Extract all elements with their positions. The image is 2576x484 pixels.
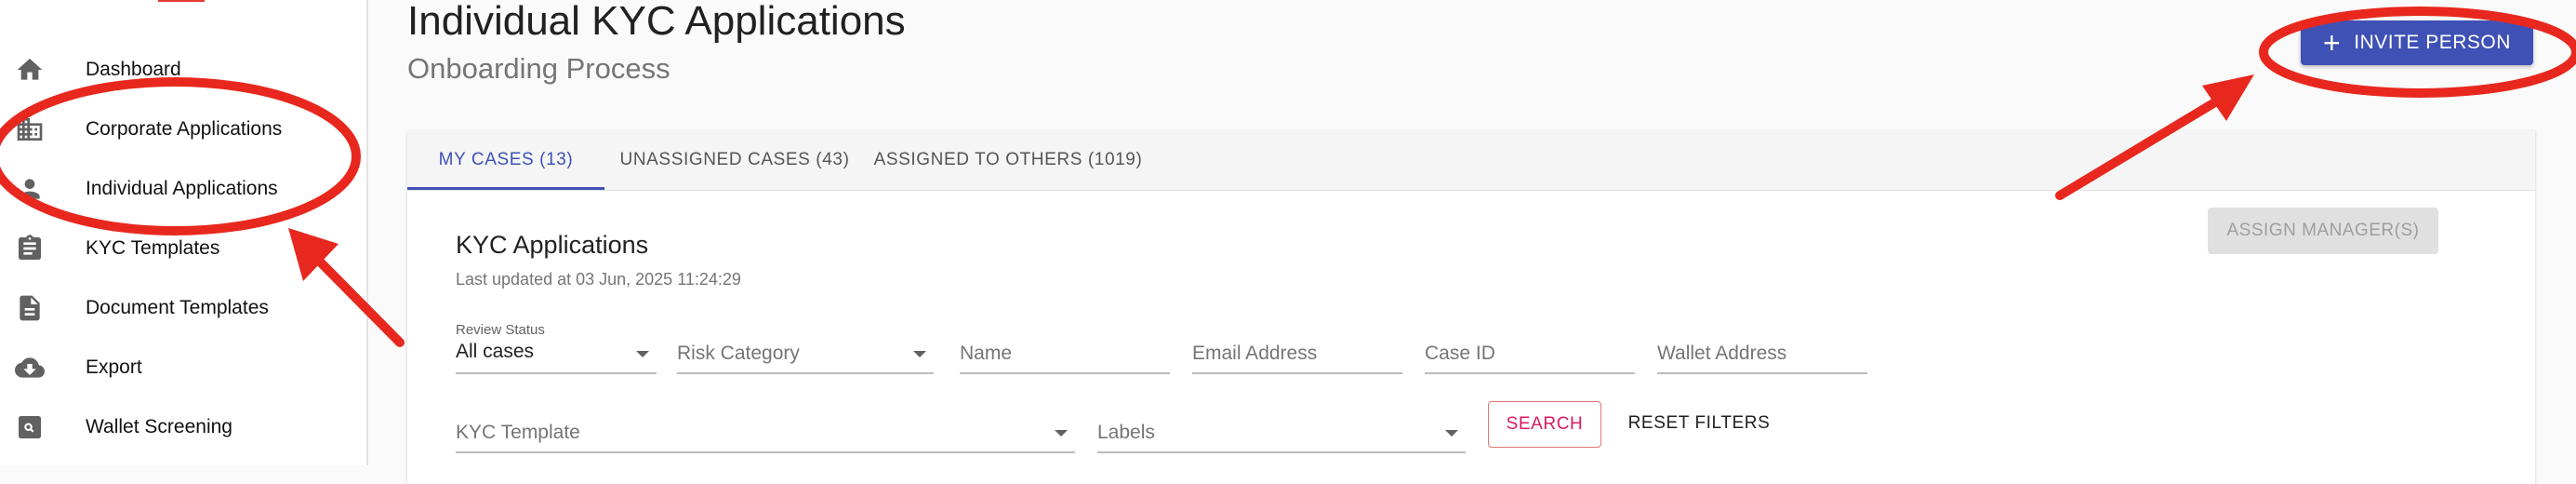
labels-label: Labels	[1097, 422, 1155, 443]
review-status-value: All cases	[456, 341, 535, 362]
kyc-template-select[interactable]: KYC Template	[456, 414, 1075, 453]
tab-my-cases[interactable]: MY CASES (13)	[407, 130, 604, 190]
cloud-download-icon	[15, 353, 45, 383]
search-document-icon	[15, 412, 45, 442]
dropdown-arrow-icon	[636, 351, 649, 357]
tab-bar: MY CASES (13) UNASSIGNED CASES (43) ASSI…	[407, 130, 2535, 191]
reset-filters-button[interactable]: RESET FILTERS	[1614, 401, 1784, 446]
dropdown-arrow-icon	[1445, 430, 1458, 437]
sidebar-item-label: KYC Templates	[86, 237, 220, 259]
email-address-input[interactable]: Email Address	[1192, 335, 1402, 374]
wallet-address-label: Wallet Address	[1657, 343, 1787, 364]
case-id-label: Case ID	[1425, 343, 1495, 364]
kyc-template-label: KYC Template	[456, 422, 580, 443]
applications-card: MY CASES (13) UNASSIGNED CASES (43) ASSI…	[407, 130, 2535, 484]
plus-icon: +	[2323, 26, 2342, 60]
review-status-select[interactable]: Review Status All cases	[456, 322, 657, 374]
page-subtitle: Onboarding Process	[407, 52, 671, 85]
tab-assigned-to-others[interactable]: ASSIGNED TO OTHERS (1019)	[865, 130, 1151, 190]
wallet-address-input[interactable]: Wallet Address	[1657, 335, 1867, 374]
sidebar-item-label: Dashboard	[86, 59, 181, 80]
main-content: Individual KYC Applications Onboarding P…	[368, 0, 2576, 484]
sidebar-item-kyc-templates[interactable]: KYC Templates	[0, 219, 365, 278]
sidebar-item-label: Wallet Screening	[86, 416, 232, 437]
logo-mark	[158, 0, 205, 2]
building-icon	[15, 114, 45, 144]
last-updated-text: Last updated at 03 Jun, 2025 11:24:29	[456, 270, 741, 289]
person-icon	[15, 174, 45, 204]
home-icon	[15, 55, 45, 85]
active-tab-indicator	[407, 187, 604, 190]
invite-person-label: INVITE PERSON	[2354, 32, 2511, 53]
sidebar-item-corporate-applications[interactable]: Corporate Applications	[0, 100, 365, 159]
sidebar-item-wallet-screening[interactable]: Wallet Screening	[0, 397, 365, 457]
risk-category-select[interactable]: Risk Category	[677, 335, 934, 374]
sidebar-item-label: Export	[86, 356, 142, 378]
section-title: KYC Applications	[456, 231, 649, 259]
sidebar-item-label: Document Templates	[86, 297, 269, 318]
sidebar-item-document-templates[interactable]: Document Templates	[0, 278, 365, 338]
labels-select[interactable]: Labels	[1097, 414, 1466, 453]
sidebar: Dashboard Corporate Applications Individ…	[0, 0, 368, 465]
name-label: Name	[960, 343, 1013, 364]
sidebar-item-individual-applications[interactable]: Individual Applications	[0, 159, 365, 219]
search-button[interactable]: SEARCH	[1488, 401, 1601, 448]
dropdown-arrow-icon	[913, 351, 926, 357]
tab-unassigned-cases[interactable]: UNASSIGNED CASES (43)	[610, 130, 859, 190]
sidebar-item-dashboard[interactable]: Dashboard	[0, 40, 365, 100]
risk-category-label: Risk Category	[677, 343, 800, 364]
email-address-label: Email Address	[1192, 343, 1318, 364]
case-id-input[interactable]: Case ID	[1425, 335, 1635, 374]
sidebar-item-label: Corporate Applications	[86, 118, 283, 140]
review-status-label: Review Status	[456, 322, 545, 338]
name-input[interactable]: Name	[960, 335, 1170, 374]
page-title: Individual KYC Applications	[407, 0, 906, 44]
document-icon	[15, 293, 45, 323]
sidebar-item-label: Individual Applications	[86, 178, 278, 199]
assign-managers-button[interactable]: ASSIGN MANAGER(S)	[2208, 208, 2438, 254]
invite-person-button[interactable]: + INVITE PERSON	[2301, 20, 2533, 65]
sidebar-item-export[interactable]: Export	[0, 338, 365, 397]
dropdown-arrow-icon	[1055, 430, 1068, 437]
clipboard-icon	[15, 234, 45, 263]
